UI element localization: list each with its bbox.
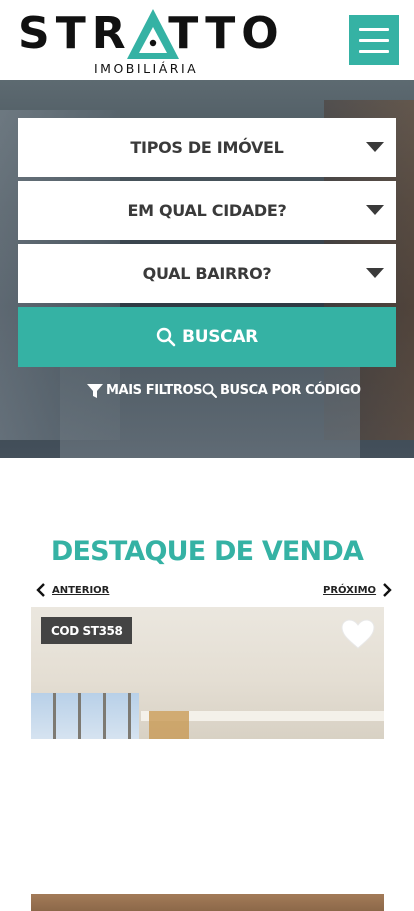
search-by-code-label: BUSCA POR CÓDIGO [220,383,361,398]
more-filters-link[interactable]: MAIS FILTROS [87,383,202,398]
heart-favorite-icon[interactable] [341,619,375,649]
search-extra-links: MAIS FILTROS BUSCA POR CÓDIGO [0,383,414,405]
property-card-next[interactable] [31,894,384,911]
city-label: EM QUAL CIDADE? [127,201,287,220]
hero-search-section: TIPOS DE IMÓVEL EM QUAL CIDADE? QUAL BAI… [0,80,414,458]
search-icon [156,327,176,347]
carousel-prev-button[interactable]: ANTERIOR [36,583,109,597]
carousel-next-button[interactable]: PRÓXIMO [323,583,392,597]
logo-subtitle: IMOBILIÁRIA [94,61,199,76]
caret-down-icon [366,142,384,152]
more-filters-label: MAIS FILTROS [106,383,203,398]
property-type-select[interactable]: TIPOS DE IMÓVEL [18,118,396,177]
site-header: STRATTO IMOBILIÁRIA [0,0,414,80]
featured-section-title: DESTAQUE DE VENDA [50,536,364,567]
property-card[interactable]: COD ST358 [31,607,384,739]
caret-down-icon [366,205,384,215]
city-select[interactable]: EM QUAL CIDADE? [18,181,396,240]
caret-down-icon [366,268,384,278]
logo-triangle-icon [127,9,179,59]
neighborhood-select[interactable]: QUAL BAIRRO? [18,244,396,303]
neighborhood-label: QUAL BAIRRO? [142,264,272,283]
search-icon [202,383,217,398]
search-by-code-link[interactable]: BUSCA POR CÓDIGO [202,383,361,398]
property-photo [31,693,139,739]
property-type-label: TIPOS DE IMÓVEL [130,138,284,157]
filter-icon [87,383,103,398]
chevron-right-icon [383,583,392,597]
carousel-next-label: PRÓXIMO [323,584,377,596]
stratto-logo[interactable]: STRATTO IMOBILIÁRIA [18,6,280,76]
chevron-left-icon [36,583,45,597]
hamburger-menu-icon[interactable] [349,15,399,65]
search-button-label: BUSCAR [182,327,258,347]
carousel-prev-label: ANTERIOR [52,584,110,596]
search-button[interactable]: BUSCAR [18,307,396,367]
property-code-badge: COD ST358 [41,617,133,644]
